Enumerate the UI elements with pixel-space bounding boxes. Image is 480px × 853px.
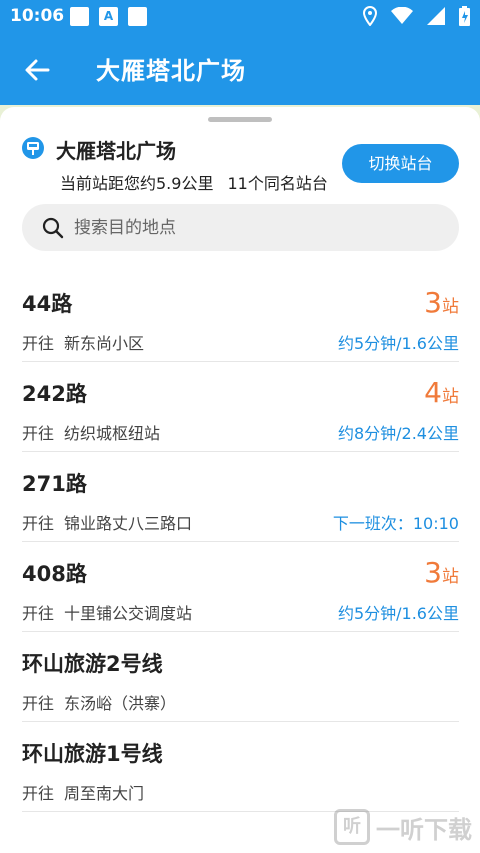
stops-unit: 站 — [442, 387, 459, 407]
route-name: 44路 — [22, 292, 73, 316]
route-list: 44路 开往 新东尚小区 3站 约5分钟/1.6公里 242路 开往 纺织城枢纽站 … — [22, 272, 459, 812]
route-item[interactable]: 408路 开往 十里铺公交调度站 3站 约5分钟/1.6公里 — [22, 542, 459, 632]
watermark-logo-icon: 听 — [334, 809, 370, 845]
route-next-departure: 下一班次：10:10 — [332, 514, 459, 533]
station-name: 大雁塔北广场 — [56, 139, 176, 163]
stops-count: 4 — [424, 376, 442, 409]
stops-count: 3 — [424, 556, 442, 589]
route-direction-prefix: 开往 — [22, 334, 55, 353]
route-direction-prefix: 开往 — [22, 784, 55, 803]
app-bar: 大雁塔北广场 — [0, 33, 480, 105]
route-name: 环山旅游1号线 — [22, 742, 163, 766]
route-destination: 开往 十里铺公交调度站 — [22, 600, 192, 624]
watermark: 听 一听下载 — [334, 809, 472, 845]
route-destination: 开往 锦业路丈八三路口 — [22, 510, 192, 534]
route-destination: 开往 纺织城枢纽站 — [22, 420, 160, 444]
station-distance: 当前站距您约5.9公里 — [60, 174, 214, 193]
route-destination: 开往 新东尚小区 — [22, 330, 144, 354]
route-item[interactable]: 环山旅游1号线 开往 周至南大门 — [22, 722, 459, 812]
route-destination-name: 锦业路丈八三路口 — [64, 514, 193, 533]
route-destination-name: 新东尚小区 — [64, 334, 145, 353]
route-eta: 约5分钟/1.6公里 — [337, 604, 459, 623]
notification-letter-icon: A — [99, 7, 118, 26]
search-icon — [42, 217, 64, 239]
same-name-count: 11个同名站台 — [227, 174, 328, 193]
route-destination: 开往 东汤峪（洪寨） — [22, 690, 176, 714]
route-item[interactable]: 242路 开往 纺织城枢纽站 4站 约8分钟/2.4公里 — [22, 362, 459, 452]
back-arrow-icon[interactable] — [22, 55, 52, 85]
station-sheet: 大雁塔北广场 当前站距您约5.9公里11个同名站台 切换站台 44路 开往新东尚… — [0, 107, 480, 853]
route-direction-prefix: 开往 — [22, 424, 55, 443]
switch-station-button[interactable]: 切换站台 — [342, 144, 459, 183]
status-time: 10:06 — [10, 6, 65, 26]
page-title: 大雁塔北广场 — [96, 57, 246, 85]
route-name: 环山旅游2号线 — [22, 652, 163, 676]
route-item[interactable]: 44路 开往 新东尚小区 3站 约5分钟/1.6公里 — [22, 272, 459, 362]
route-name: 271路 — [22, 472, 87, 496]
search-bar[interactable] — [22, 204, 459, 251]
route-destination-name: 十里铺公交调度站 — [64, 604, 193, 623]
stops-unit: 站 — [442, 297, 459, 317]
route-name: 408路 — [22, 562, 87, 586]
wifi-icon — [391, 7, 413, 24]
route-name: 242路 — [22, 382, 87, 406]
route-destination-name: 周至南大门 — [64, 784, 145, 803]
stops-away: 3站 — [424, 286, 459, 319]
route-item[interactable]: 环山旅游2号线 开往 东汤峪（洪寨） — [22, 632, 459, 722]
route-direction-prefix: 开往 — [22, 694, 55, 713]
route-destination-name: 东汤峪（洪寨） — [64, 694, 177, 713]
route-eta: 约5分钟/1.6公里 — [337, 334, 459, 353]
watermark-text: 一听下载 — [376, 815, 472, 844]
stops-count: 3 — [424, 286, 442, 319]
battery-icon — [459, 6, 470, 26]
stops-away: 4站 — [424, 376, 459, 409]
notification-icon — [70, 7, 89, 26]
drag-handle[interactable] — [208, 117, 272, 122]
route-eta: 约8分钟/2.4公里 — [337, 424, 459, 443]
location-icon — [363, 6, 377, 26]
bus-stop-icon — [22, 137, 44, 159]
route-direction-prefix: 开往 — [22, 604, 55, 623]
station-meta: 当前站距您约5.9公里 11个同名站台 — [60, 170, 328, 194]
stops-unit: 站 — [442, 567, 459, 587]
route-destination: 开往 周至南大门 — [22, 780, 144, 804]
search-input[interactable] — [74, 204, 434, 251]
notification-icon — [128, 7, 147, 26]
stops-away: 3站 — [424, 556, 459, 589]
route-destination-name: 纺织城枢纽站 — [64, 424, 161, 443]
route-item[interactable]: 271路 开往 锦业路丈八三路口 下一班次：10:10 — [22, 452, 459, 542]
status-bar: 10:06 A — [0, 0, 480, 33]
signal-icon — [427, 7, 445, 25]
route-direction-prefix: 开往 — [22, 514, 55, 533]
